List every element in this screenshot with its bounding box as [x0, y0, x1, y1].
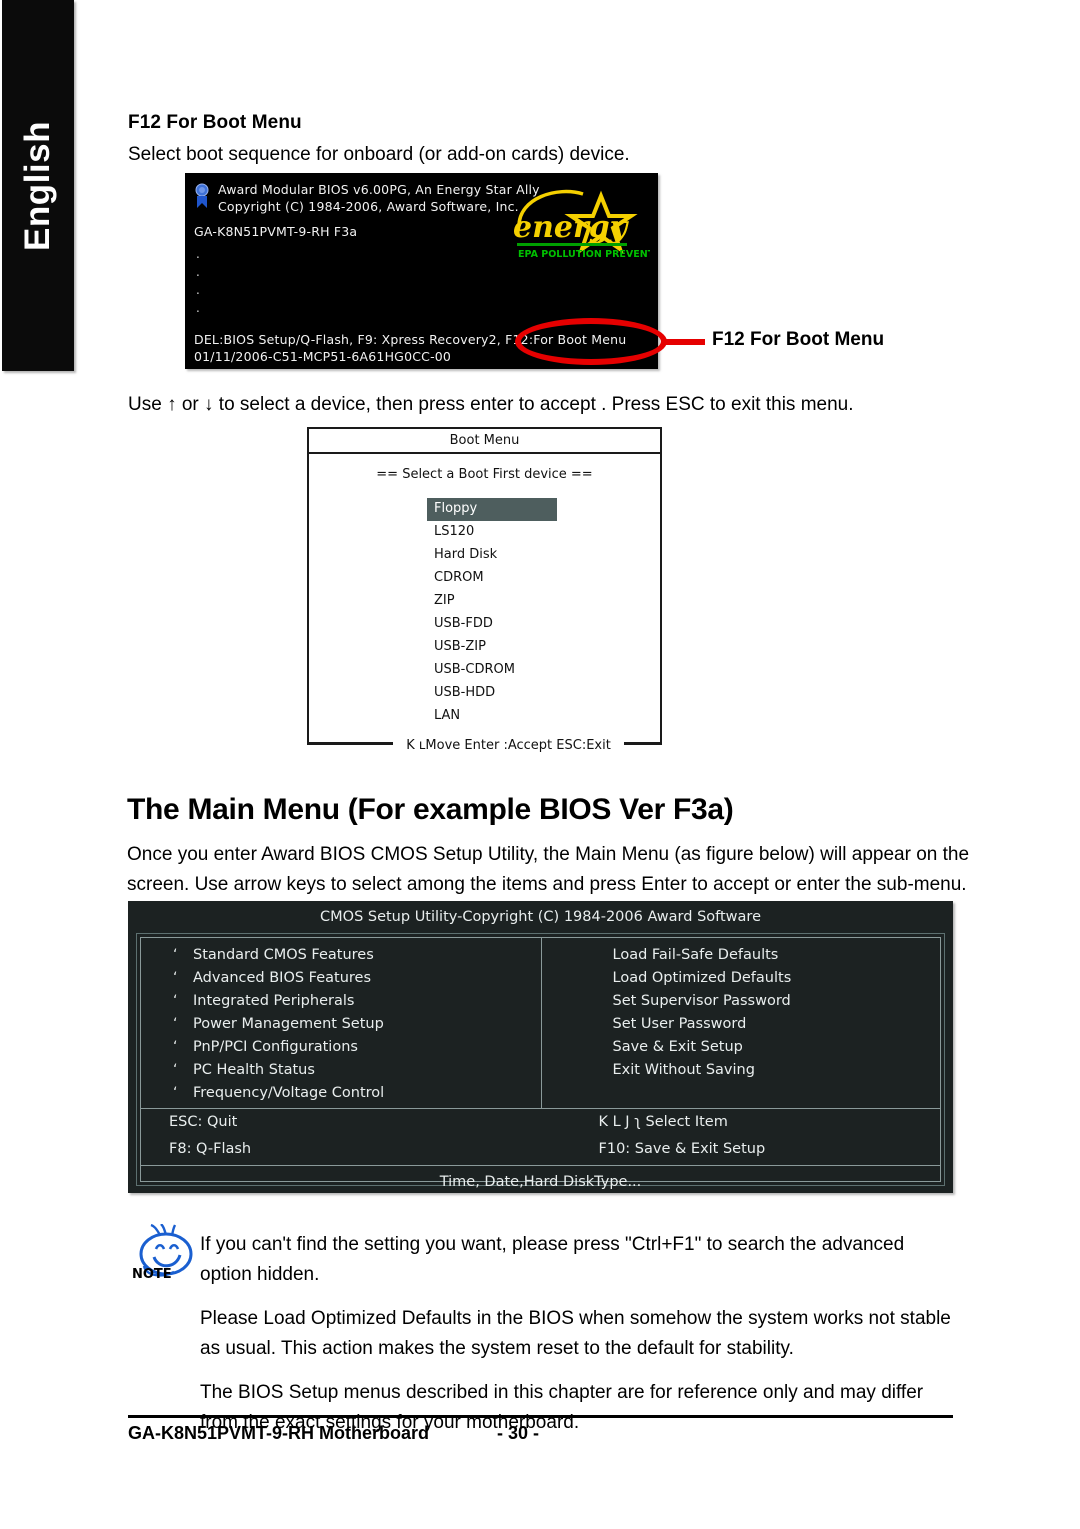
post-dot: .	[196, 265, 200, 279]
post-dot: .	[196, 301, 200, 315]
post-line-1: Award Modular BIOS v6.00PG, An Energy St…	[218, 182, 540, 197]
cmos-item-advanced-bios-features[interactable]: ‘ Advanced BIOS Features	[141, 967, 541, 990]
bullet-icon: ‘	[173, 1039, 178, 1055]
footer-product-name: GA-K8N51PVMT-9-RH Motherboard	[128, 1423, 430, 1443]
section-heading: F12 For Boot Menu	[128, 112, 302, 133]
post-dot: .	[196, 283, 200, 297]
cmos-status-bar: Time, Date,Hard DiskType...	[439, 1174, 642, 1190]
main-menu-paragraph-line1: Once you enter Award BIOS CMOS Setup Uti…	[127, 844, 970, 865]
cmos-item-pc-health-status[interactable]: ‘ PC Health Status	[141, 1059, 541, 1082]
award-ribbon-icon	[195, 183, 209, 208]
bullet-icon: ‘	[173, 1062, 178, 1078]
language-tab-label: English	[18, 120, 57, 251]
boot-device-item-zip[interactable]: ZIP	[427, 590, 557, 613]
annotation-leader-line	[663, 339, 705, 345]
cmos-items-area: ‘ Standard CMOS Features ‘ Advanced BIOS…	[141, 938, 940, 1108]
cmos-key-f8-qflash: F8: Q-Flash	[169, 1141, 252, 1157]
boot-menu-dialog: Boot Menu == Select a Boot First device …	[307, 427, 662, 753]
cmos-item-set-supervisor-password[interactable]: Set Supervisor Password	[541, 990, 941, 1013]
boot-device-item-usb-fdd[interactable]: USB-FDD	[427, 613, 557, 636]
boot-menu-subtitle: == Select a Boot First device ==	[376, 467, 593, 482]
post-line-bios-id: 01/11/2006-C51-MCP51-6A61HG0CC-00	[194, 349, 452, 364]
cmos-key-f10-save: F10: Save & Exit Setup	[598, 1141, 766, 1157]
section-description: Select boot sequence for onboard (or add…	[128, 144, 630, 165]
boot-menu-title: Boot Menu	[307, 427, 662, 454]
boot-device-list: Floppy LS120 Hard Disk CDROM ZIP USB-FDD…	[427, 498, 557, 728]
cmos-item-label: Standard CMOS Features	[193, 947, 374, 963]
note-text-block: If you can't find the setting you want, …	[200, 1230, 952, 1452]
cmos-key-select-item: K L J ʅ Select Item	[598, 1114, 728, 1130]
boot-device-item-floppy[interactable]: Floppy	[427, 498, 557, 521]
boot-menu-border-right	[620, 742, 660, 745]
annotation-ellipse	[515, 318, 667, 365]
language-tab-sidebar: English	[2, 0, 74, 371]
cmos-item-label: PC Health Status	[193, 1062, 315, 1078]
boot-device-item-cdrom[interactable]: CDROM	[427, 567, 557, 590]
cmos-inner-border: ‘ Standard CMOS Features ‘ Advanced BIOS…	[140, 937, 941, 1190]
boot-device-item-hard-disk[interactable]: Hard Disk	[427, 544, 557, 567]
cmos-key-esc-quit: ESC: Quit	[169, 1114, 238, 1130]
cmos-item-load-optimized-defaults[interactable]: Load Optimized Defaults	[541, 967, 941, 990]
post-line-3: GA-K8N51PVMT-9-RH F3a	[194, 224, 358, 239]
annotation-label: F12 For Boot Menu	[712, 329, 885, 350]
cmos-item-label: Frequency/Voltage Control	[193, 1085, 385, 1101]
cmos-item-frequency-voltage-control[interactable]: ‘ Frequency/Voltage Control	[141, 1082, 541, 1105]
svg-text:energy: energy	[513, 210, 630, 245]
cmos-item-set-user-password[interactable]: Set User Password	[541, 1013, 941, 1036]
cmos-item-label: Integrated Peripherals	[193, 993, 355, 1009]
energy-star-logo-icon: energy EPA POLLUTION PREVENTER	[513, 189, 650, 260]
boot-device-item-lan[interactable]: LAN	[427, 705, 557, 728]
bullet-icon: ‘	[173, 993, 178, 1009]
cmos-item-save-and-exit-setup[interactable]: Save & Exit Setup	[541, 1036, 941, 1059]
bullet-icon: ‘	[173, 947, 178, 963]
boot-device-item-usb-hdd[interactable]: USB-HDD	[427, 682, 557, 705]
boot-device-item-usb-zip[interactable]: USB-ZIP	[427, 636, 557, 659]
boot-device-item-ls120[interactable]: LS120	[427, 521, 557, 544]
note-smiley-icon: NOTE	[132, 1224, 193, 1282]
cmos-item-pnp-pci-configurations[interactable]: ‘ PnP/PCI Configurations	[141, 1036, 541, 1059]
note-paragraph-1: If you can't find the setting you want, …	[200, 1234, 905, 1285]
cmos-key-row: ESC: Quit K L J ʅ Select Item	[141, 1109, 940, 1136]
cmos-item-standard-cmos-features[interactable]: ‘ Standard CMOS Features	[141, 944, 541, 967]
cmos-item-integrated-peripherals[interactable]: ‘ Integrated Peripherals	[141, 990, 541, 1013]
cmos-item-exit-without-saving[interactable]: Exit Without Saving	[541, 1059, 941, 1082]
bullet-icon: ‘	[173, 970, 178, 986]
boot-menu-key-hint: K ʟMove Enter :Accept ESC:Exit	[393, 738, 624, 753]
boot-menu-body: == Select a Boot First device == Floppy …	[307, 454, 662, 753]
post-dot: .	[196, 247, 200, 261]
boot-menu-border-left	[309, 742, 393, 745]
cmos-item-power-management-setup[interactable]: ‘ Power Management Setup	[141, 1013, 541, 1036]
cmos-key-legend: ESC: Quit K L J ʅ Select Item F8: Q-Flas…	[141, 1109, 940, 1165]
cmos-item-label: PnP/PCI Configurations	[193, 1039, 358, 1055]
page-title: The Main Menu (For example BIOS Ver F3a)	[127, 793, 734, 826]
cmos-item-label: Advanced BIOS Features	[193, 970, 372, 986]
main-menu-paragraph-line2: screen. Use arrow keys to select among t…	[127, 874, 967, 895]
post-line-2: Copyright (C) 1984-2006, Award Software,…	[218, 199, 519, 214]
boot-device-item-usb-cdrom[interactable]: USB-CDROM	[427, 659, 557, 682]
bullet-icon: ‘	[173, 1085, 178, 1101]
cmos-item-label: Power Management Setup	[193, 1016, 384, 1032]
footer-page-number: - 30 -	[497, 1423, 540, 1443]
note-paragraph-2: Please Load Optimized Defaults in the BI…	[200, 1308, 951, 1359]
boot-menu-instruction: Use ↑ or ↓ to select a device, then pres…	[128, 394, 854, 415]
cmos-title-bar: CMOS Setup Utility-Copyright (C) 1984-20…	[320, 909, 761, 925]
cmos-outer-border: ‘ Standard CMOS Features ‘ Advanced BIOS…	[136, 933, 945, 1190]
cmos-right-column: Load Fail-Safe Defaults Load Optimized D…	[541, 944, 941, 1082]
cmos-setup-utility-screenshot: CMOS Setup Utility-Copyright (C) 1984-20…	[128, 901, 953, 1193]
energy-tagline: EPA POLLUTION PREVENTER	[518, 249, 650, 260]
footer-divider	[128, 1415, 953, 1418]
cmos-left-column: ‘ Standard CMOS Features ‘ Advanced BIOS…	[141, 944, 541, 1105]
bullet-icon: ‘	[173, 1016, 178, 1032]
cmos-key-row: F8: Q-Flash F10: Save & Exit Setup	[141, 1136, 940, 1163]
cmos-item-load-fail-safe-defaults[interactable]: Load Fail-Safe Defaults	[541, 944, 941, 967]
note-label: NOTE	[132, 1267, 172, 1282]
